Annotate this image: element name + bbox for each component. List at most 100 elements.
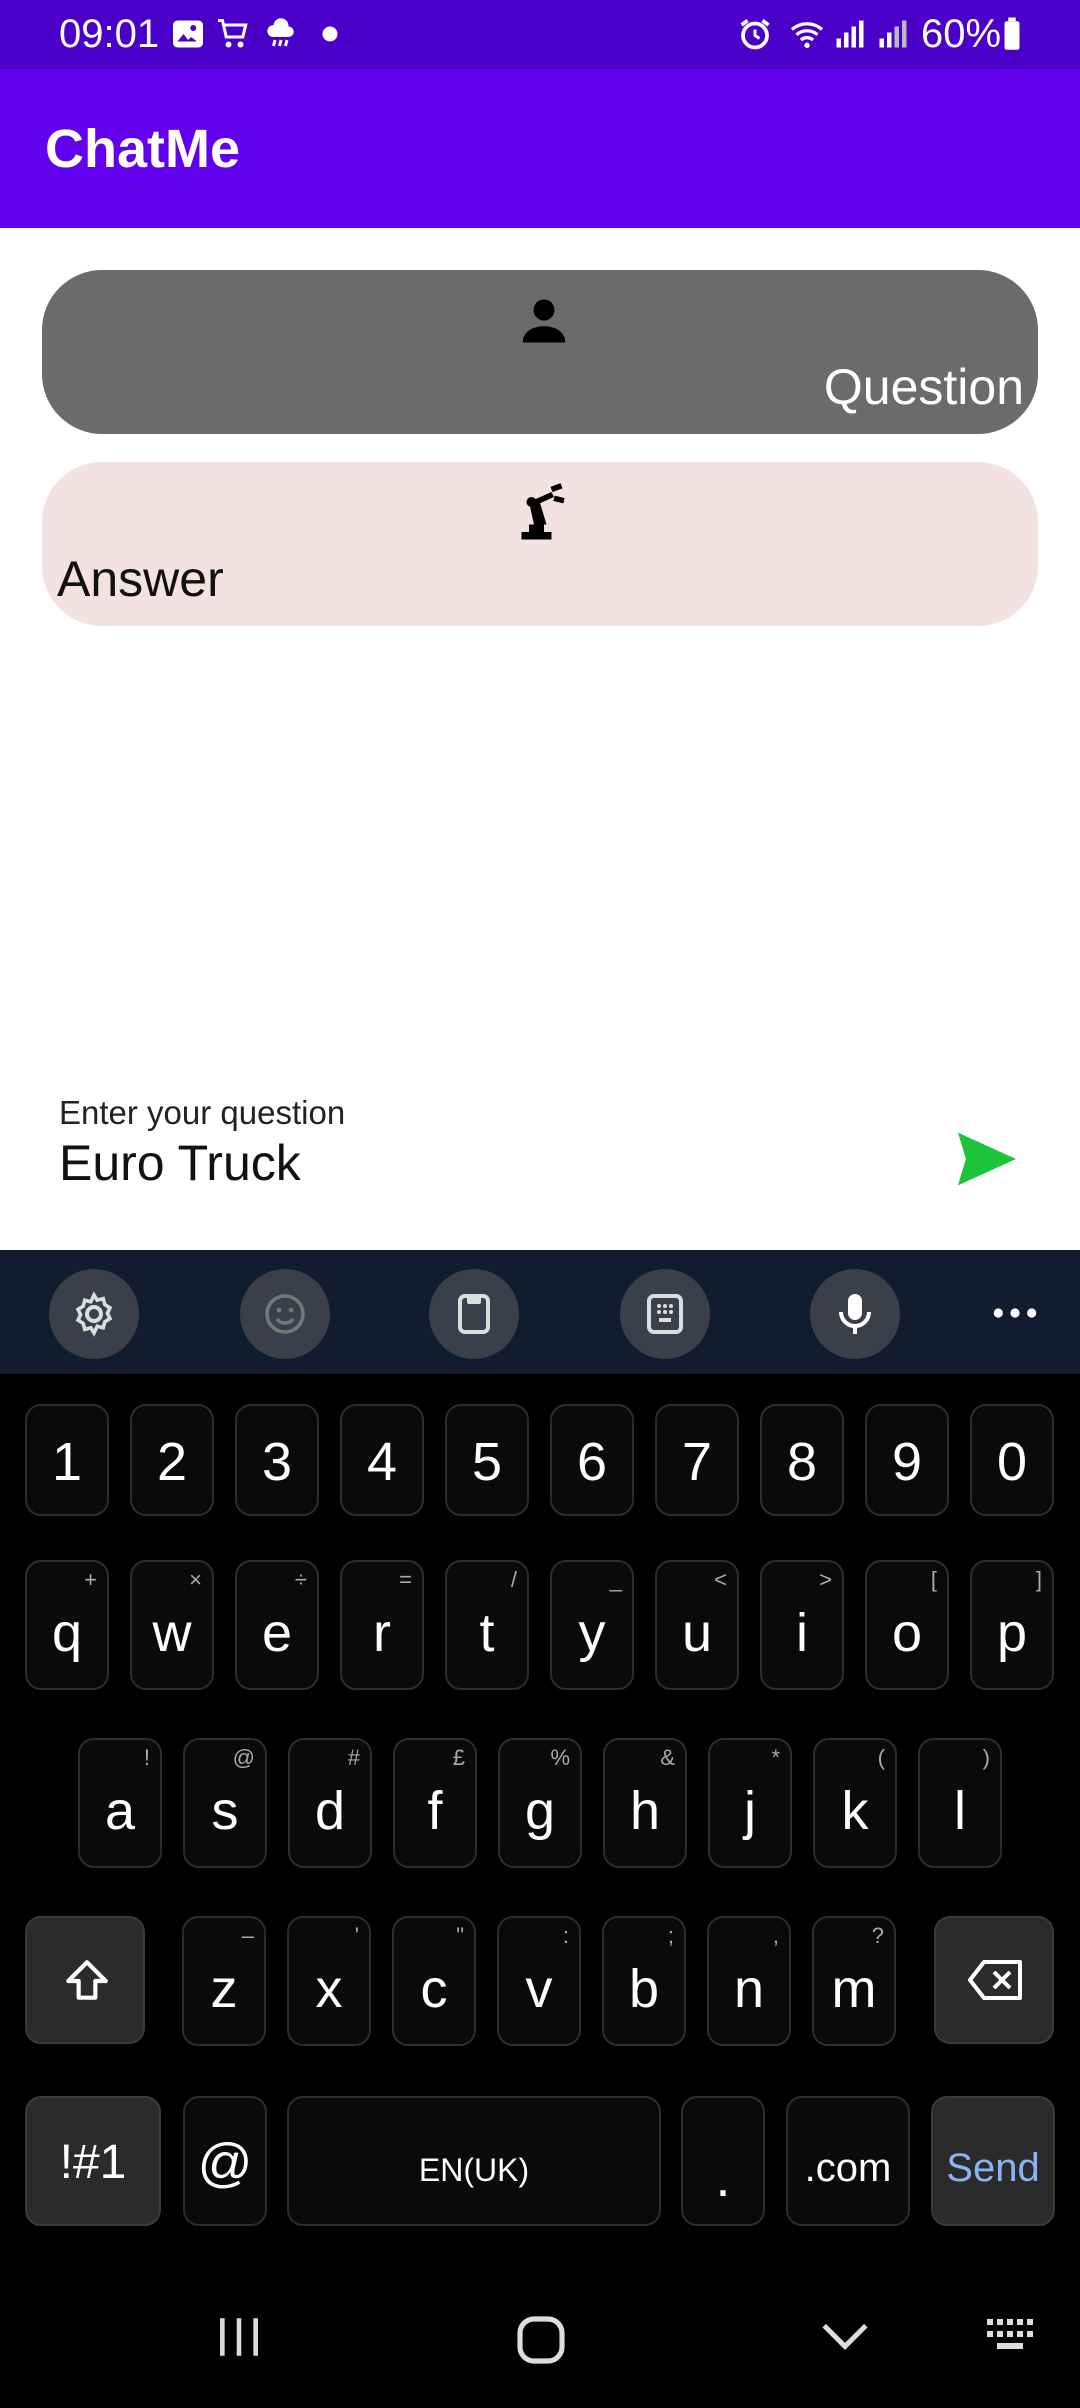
keyboard-clipboard-button[interactable] xyxy=(429,1269,519,1359)
robot-arm-icon xyxy=(521,483,565,540)
keyboard-switch-icon[interactable] xyxy=(985,2314,1041,2360)
key-label: f xyxy=(427,1781,443,1841)
space-key[interactable]: EN(UK) xyxy=(287,2096,661,2226)
key-a[interactable]: ! a xyxy=(78,1738,162,1868)
key-label: a xyxy=(104,1781,136,1841)
key-g[interactable]: % g xyxy=(498,1738,582,1868)
key-5[interactable]: 5 xyxy=(445,1404,529,1516)
key-j[interactable]: * j xyxy=(708,1738,792,1868)
key-d[interactable]: # d xyxy=(288,1738,372,1868)
key-label: c xyxy=(420,1959,448,2019)
key-p[interactable]: ] p xyxy=(970,1560,1054,1690)
key-secondary-label: ( xyxy=(877,1745,885,1770)
key-label: j xyxy=(744,1781,756,1841)
at-key[interactable]: @ xyxy=(183,2096,267,2226)
key-secondary-label: ? xyxy=(871,1923,884,1948)
key-label: w xyxy=(152,1603,192,1663)
recents-icon[interactable] xyxy=(214,2312,264,2362)
key-w[interactable]: × w xyxy=(130,1560,214,1690)
key-h[interactable]: & h xyxy=(603,1738,687,1868)
key-x[interactable]: ' x xyxy=(287,1916,371,2046)
shift-icon xyxy=(66,1960,108,2000)
keyboard-keypad-button[interactable] xyxy=(620,1269,710,1359)
key-label: s xyxy=(211,1781,239,1841)
period-key[interactable]: . xyxy=(681,2096,765,2226)
input-label: Enter your question xyxy=(59,1094,346,1131)
more-icon[interactable] xyxy=(990,1288,1040,1338)
home-icon[interactable] xyxy=(513,2312,569,2368)
dotcom-key[interactable]: .com xyxy=(786,2096,910,2226)
question-input-area: Enter your question xyxy=(0,1080,1080,1250)
gallery-icon xyxy=(173,20,203,48)
key-i[interactable]: > i xyxy=(760,1560,844,1690)
key-c[interactable]: " c xyxy=(392,1916,476,2046)
symbols-key[interactable]: !#1 xyxy=(25,2096,161,2226)
question-bubble: Question xyxy=(42,270,1038,434)
key-s[interactable]: @ s xyxy=(183,1738,267,1868)
send-icon[interactable] xyxy=(955,1130,1019,1188)
status-time: 09:01 xyxy=(59,12,160,56)
key-label: h xyxy=(629,1781,661,1841)
key-6[interactable]: 6 xyxy=(550,1404,634,1516)
key-2[interactable]: 2 xyxy=(130,1404,214,1516)
keyboard-emoji-button[interactable] xyxy=(240,1269,330,1359)
key-l[interactable]: ) l xyxy=(918,1738,1002,1868)
key-secondary-label: # xyxy=(347,1745,360,1770)
keyboard-settings-button[interactable] xyxy=(49,1269,139,1359)
key-label: 2 xyxy=(156,1432,188,1492)
key-e[interactable]: ÷ e xyxy=(235,1560,319,1690)
key-secondary-label: < xyxy=(714,1567,727,1592)
key-label: 0 xyxy=(996,1432,1028,1492)
answer-bubble: Answer xyxy=(42,462,1038,626)
key-secondary-label: " xyxy=(456,1923,464,1948)
key-7[interactable]: 7 xyxy=(655,1404,739,1516)
signal-icon xyxy=(836,20,864,48)
key-secondary-label: ! xyxy=(143,1745,150,1770)
key-secondary-label: = xyxy=(399,1567,412,1592)
key-label: e xyxy=(261,1603,293,1663)
key-secondary-label: £ xyxy=(452,1745,465,1770)
key-n[interactable]: ,n xyxy=(707,1916,791,2046)
key-label: m xyxy=(831,1959,877,2019)
key-4[interactable]: 4 xyxy=(340,1404,424,1516)
key-secondary-label: / xyxy=(510,1567,517,1592)
key-label: o xyxy=(891,1603,923,1663)
key-secondary-label: ÷ xyxy=(294,1567,307,1592)
key-z[interactable]: – z xyxy=(182,1916,266,2046)
key-3[interactable]: 3 xyxy=(235,1404,319,1516)
key-b[interactable]: ; b xyxy=(602,1916,686,2046)
shift-key[interactable] xyxy=(25,1916,145,2044)
key-label: 3 xyxy=(261,1432,293,1492)
key-label: 4 xyxy=(366,1432,398,1492)
question-input[interactable] xyxy=(59,1132,919,1194)
answer-text: Answer xyxy=(57,551,224,607)
key-u[interactable]: < u xyxy=(655,1560,739,1690)
key-t[interactable]: / t xyxy=(445,1560,529,1690)
key-secondary-label: + xyxy=(84,1567,97,1592)
key-k[interactable]: (k xyxy=(813,1738,897,1868)
key-y[interactable]: _ y xyxy=(550,1560,634,1690)
key-q[interactable]: + q xyxy=(25,1560,109,1690)
backspace-key[interactable] xyxy=(934,1916,1054,2044)
key-secondary-label: * xyxy=(771,1745,780,1770)
key-m[interactable]: ? m xyxy=(812,1916,896,2046)
keyboard-voice-button[interactable] xyxy=(810,1269,900,1359)
key-f[interactable]: £ f xyxy=(393,1738,477,1868)
key-8[interactable]: 8 xyxy=(760,1404,844,1516)
key-1[interactable]: 1 xyxy=(25,1404,109,1516)
key-9[interactable]: 9 xyxy=(865,1404,949,1516)
key-label: b xyxy=(628,1959,660,2019)
key-secondary-label: ; xyxy=(667,1923,674,1948)
send-key[interactable]: Send xyxy=(931,2096,1055,2226)
key-o[interactable]: [o xyxy=(865,1560,949,1690)
key-r[interactable]: = r xyxy=(340,1560,424,1690)
key-label: i xyxy=(796,1603,808,1663)
key-label: y xyxy=(578,1603,606,1663)
key-v[interactable]: :v xyxy=(497,1916,581,2046)
back-icon[interactable] xyxy=(820,2314,870,2358)
app-bar: ChatMe xyxy=(0,69,1080,228)
app-title: ChatMe xyxy=(45,119,241,179)
key-label: 5 xyxy=(471,1432,503,1492)
key-0[interactable]: 0 xyxy=(970,1404,1054,1516)
key-label: d xyxy=(314,1781,346,1841)
